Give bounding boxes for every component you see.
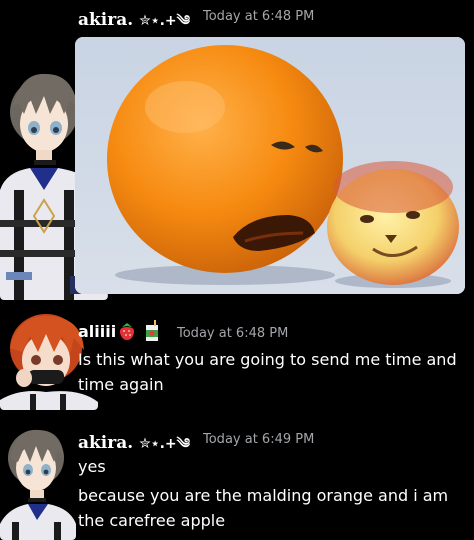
timestamp: Today at 6:49 PM xyxy=(203,432,315,447)
avatar-akira[interactable] xyxy=(0,424,76,540)
author-decoration: ✮⋆.+༄ xyxy=(139,436,190,452)
author-name[interactable]: aliiii xyxy=(78,322,116,341)
author-name-text[interactable]: aliiii xyxy=(78,322,116,341)
message-3: akira. ✮⋆.+༄ Today at 6:49 PM yes becaus… xyxy=(0,410,474,540)
image-attachment[interactable] xyxy=(75,37,465,294)
orange-and-apple-image xyxy=(75,37,465,294)
message-line: because you are the malding orange and i… xyxy=(78,486,449,505)
author-decoration: ✮⋆.+༄ xyxy=(139,13,190,29)
message-line: the carefree apple xyxy=(78,511,226,530)
message-text: Is this what you are going to send me ti… xyxy=(78,347,472,397)
author-name-text[interactable]: akira. xyxy=(78,10,133,30)
message-2: aliiii Today at 6:48 PM Is this what you… xyxy=(0,300,474,410)
author-name-text[interactable]: akira. xyxy=(78,433,133,453)
timestamp: Today at 6:48 PM xyxy=(203,9,315,24)
strawberry-icon xyxy=(118,321,136,341)
anime-boy-avatar-icon xyxy=(0,424,76,540)
message-line: Is this what you are going to send me ti… xyxy=(78,350,457,369)
juice-box-icon xyxy=(144,320,160,342)
message-line: yes xyxy=(78,457,106,476)
timestamp: Today at 6:48 PM xyxy=(177,326,289,341)
message-1: akira. ✮⋆.+༄ Today at 6:48 PM xyxy=(0,0,474,300)
message-text: yes because you are the malding orange a… xyxy=(78,454,472,533)
message-line: time again xyxy=(78,375,164,394)
